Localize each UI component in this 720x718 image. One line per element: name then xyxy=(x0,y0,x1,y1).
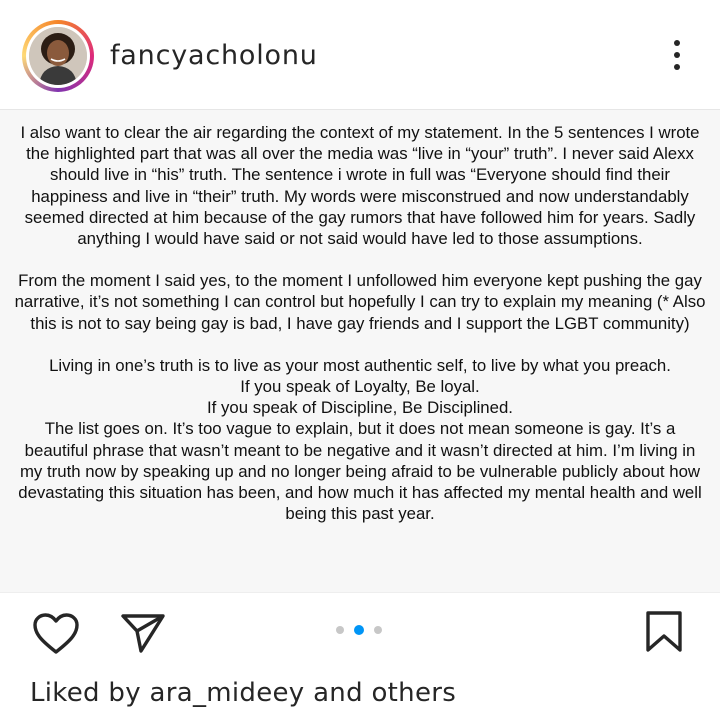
send-icon[interactable] xyxy=(120,612,166,659)
story-ring[interactable] xyxy=(22,20,94,92)
post-text: I also want to clear the air regarding t… xyxy=(14,122,706,524)
carousel-dot xyxy=(374,626,382,634)
username[interactable]: fancyacholonu xyxy=(110,40,318,71)
paragraph-list: The list goes on. It’s too vague to expl… xyxy=(18,419,702,524)
carousel-dot-active xyxy=(354,625,364,635)
post-image[interactable]: I also want to clear the air regarding t… xyxy=(0,109,720,593)
liked-connector: and xyxy=(313,678,363,708)
avatar-image xyxy=(29,27,87,85)
more-options-icon[interactable] xyxy=(660,40,694,76)
avatar[interactable] xyxy=(29,27,87,85)
bookmark-icon[interactable] xyxy=(644,610,684,659)
liked-prefix: Liked by xyxy=(30,678,141,708)
liked-user-link[interactable]: ara_mideey xyxy=(149,678,304,708)
paragraph-context: I also want to clear the air regarding t… xyxy=(20,123,700,249)
carousel-dot xyxy=(336,626,344,634)
paragraph-narrative: From the moment I said yes, to the momen… xyxy=(14,271,706,333)
liked-others-link[interactable]: others xyxy=(371,678,456,708)
line-discipline: If you speak of Discipline, Be Disciplin… xyxy=(207,398,513,418)
avatar-border xyxy=(26,24,90,88)
heart-icon[interactable] xyxy=(32,612,80,661)
paragraph-truth: Living in one’s truth is to live as your… xyxy=(49,355,671,375)
line-loyalty: If you speak of Loyalty, Be loyal. xyxy=(240,377,480,397)
post-header: fancyacholonu xyxy=(0,0,720,108)
likes-summary: Liked by ara_mideey and others xyxy=(30,678,456,708)
